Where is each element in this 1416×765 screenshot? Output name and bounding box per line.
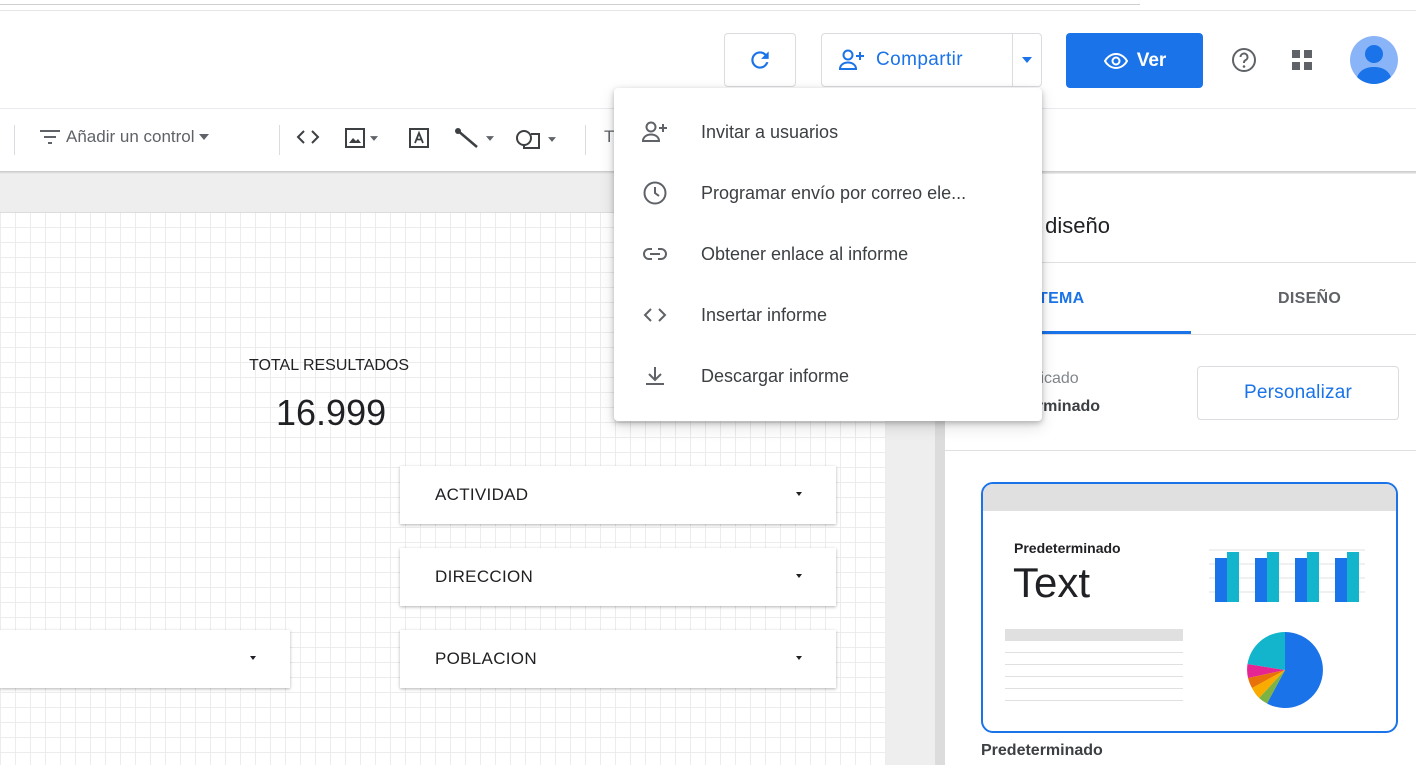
avatar[interactable] [1350, 36, 1398, 84]
theme-preview-text: Text [1013, 559, 1091, 606]
link-icon [641, 240, 669, 268]
line-button[interactable] [454, 127, 494, 149]
help-button[interactable] [1230, 46, 1258, 79]
caret-down-icon [370, 135, 378, 141]
menu-item-label: Invitar a usuarios [701, 121, 839, 142]
view-label: Ver [1136, 49, 1167, 71]
top-border [0, 4, 1140, 5]
caret-down-icon [796, 492, 802, 496]
embed-button[interactable] [296, 127, 320, 147]
theme-preview-table-row [1005, 664, 1183, 665]
menu-item-download-report[interactable]: Descargar informe [614, 346, 1042, 406]
apps-icon [1292, 50, 1312, 70]
panel-separator [945, 450, 1416, 451]
theme-preview-table-header [1005, 629, 1183, 641]
filter-control-poblacion[interactable]: POBLACION [400, 630, 836, 688]
add-control-label: Añadir un control [66, 127, 195, 146]
menu-item-label: Descargar informe [701, 365, 850, 386]
theme-preview-card[interactable]: Predeterminado Text [981, 482, 1398, 733]
share-label: Compartir [876, 49, 964, 70]
filter-icon [40, 130, 60, 144]
view-button[interactable]: Ver [1066, 33, 1203, 88]
share-button[interactable]: Compartir [822, 34, 1012, 86]
theme-preview-name: Predeterminado [1014, 540, 1121, 556]
line-icon [455, 128, 478, 148]
menu-item-label: Insertar informe [701, 304, 828, 325]
filter-label: POBLACION [435, 649, 537, 668]
clock-icon [641, 179, 669, 207]
apps-button[interactable] [1290, 48, 1314, 77]
menu-item-label: Programar envío por correo ele... [701, 182, 967, 203]
theme-preview-pie-chart [1247, 632, 1323, 708]
theme-preview-table-row [1005, 700, 1183, 701]
share-button-group: Compartir [821, 33, 1042, 87]
share-menu: Invitar a usuarios Programar envío por c… [614, 88, 1042, 421]
text-box-button[interactable] [408, 127, 430, 149]
customize-button[interactable]: Personalizar [1197, 366, 1399, 420]
theme-preview-table-row [1005, 652, 1183, 653]
menu-item-embed-report[interactable]: Insertar informe [614, 285, 1042, 345]
avatar-person-icon [1356, 45, 1392, 84]
add-control-button[interactable]: Añadir un control [38, 127, 209, 147]
caret-down-icon [796, 574, 802, 578]
filter-label: ACTIVIDAD [435, 485, 529, 504]
top-border-secondary [0, 10, 1416, 11]
person-add-icon [641, 118, 669, 146]
share-dropdown-button[interactable] [1013, 56, 1041, 64]
help-icon [1232, 48, 1256, 72]
caret-down-icon [548, 136, 556, 142]
tab-theme[interactable]: TEMA [1038, 290, 1085, 308]
code-icon [641, 301, 669, 329]
menu-item-get-link[interactable]: Obtener enlace al informe [614, 224, 1042, 284]
filter-control-actividad[interactable]: ACTIVIDAD [400, 466, 836, 524]
caret-down-icon [198, 134, 209, 140]
caret-down-icon [796, 656, 802, 660]
filter-control-unnamed[interactable] [0, 630, 290, 688]
theme-preview-table-row [1005, 676, 1183, 677]
menu-item-invite-users[interactable]: Invitar a usuarios [614, 102, 1042, 162]
text-box-icon [409, 128, 429, 148]
refresh-button[interactable] [724, 33, 796, 87]
shape-button[interactable] [514, 127, 556, 151]
theme-preview-caption: Predeterminado [981, 742, 1103, 759]
text-tool-label: T [604, 127, 615, 146]
image-button[interactable] [344, 127, 378, 149]
caret-down-icon [486, 135, 494, 141]
download-icon [641, 362, 669, 390]
toolbar-separator [279, 125, 280, 155]
shape-icon [516, 130, 540, 149]
scorecard-value: 16.999 [276, 392, 387, 433]
caret-down-icon [250, 656, 256, 660]
person-add-icon [838, 49, 864, 70]
toolbar-separator [585, 125, 586, 155]
filter-label: DIRECCION [435, 567, 534, 586]
refresh-icon [751, 51, 769, 69]
theme-preview-bar-chart [1209, 549, 1365, 602]
menu-item-label: Obtener enlace al informe [701, 243, 909, 264]
eye-icon [1103, 52, 1128, 69]
theme-preview-table-row [1005, 688, 1183, 689]
filter-control-direccion[interactable]: DIRECCION [400, 548, 836, 606]
code-icon [296, 130, 320, 144]
tab-layout[interactable]: DISEÑO [1278, 290, 1341, 308]
customize-label: Personalizar [1243, 382, 1352, 403]
theme-preview-header [983, 484, 1396, 511]
menu-item-schedule-email[interactable]: Programar envío por correo ele... [614, 163, 1042, 223]
toolbar-separator [14, 125, 15, 155]
scorecard-title: TOTAL RESULTADOS [249, 357, 410, 374]
text-tool-button[interactable]: T [604, 127, 614, 147]
image-icon [345, 128, 365, 148]
caret-down-icon [1022, 57, 1032, 63]
